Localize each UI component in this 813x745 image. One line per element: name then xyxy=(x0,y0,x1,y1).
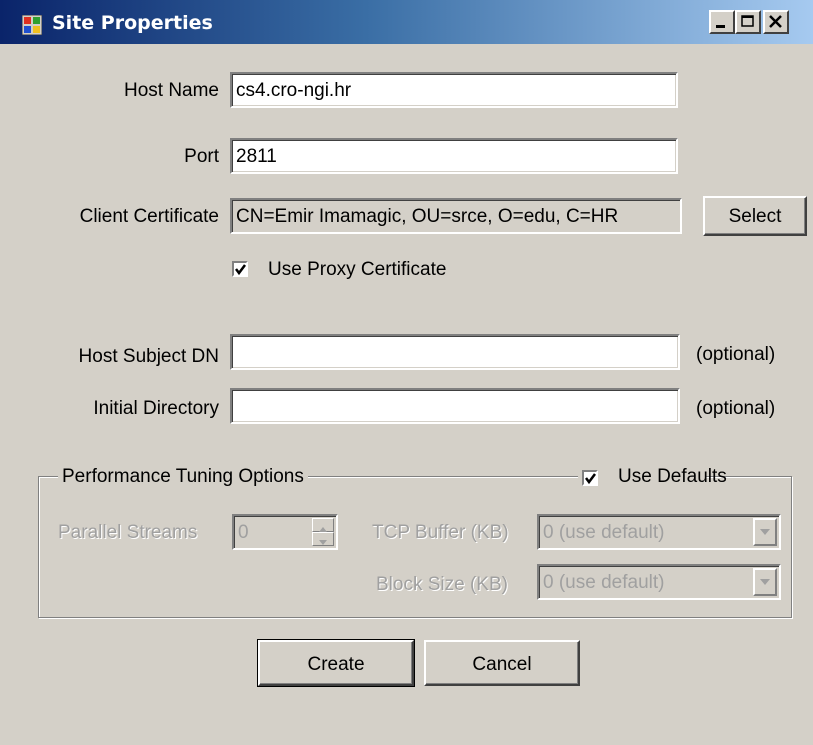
spin-up-icon[interactable] xyxy=(312,518,334,532)
minimize-button[interactable] xyxy=(709,10,735,34)
host-name-label: Host Name xyxy=(123,80,219,101)
block-size-value: 0 (use default) xyxy=(543,572,665,593)
chevron-down-icon[interactable] xyxy=(753,568,777,596)
use-proxy-label: Use Proxy Certificate xyxy=(268,259,447,280)
chevron-down-icon[interactable] xyxy=(753,518,777,546)
checkmark-icon xyxy=(585,473,596,485)
port-input[interactable]: 2811 xyxy=(230,138,678,174)
create-button[interactable]: Create xyxy=(257,639,415,687)
host-subject-dn-input[interactable] xyxy=(230,334,680,370)
use-proxy-checkbox[interactable] xyxy=(232,261,248,277)
initial-directory-label: Initial Directory xyxy=(93,398,219,419)
host-subject-optional-hint: (optional) xyxy=(696,344,776,365)
minimize-icon xyxy=(716,25,725,28)
client-certificate-field[interactable]: CN=Emir Imamagic, OU=srce, O=edu, C=HR xyxy=(230,198,682,234)
block-size-label: Block Size (KB) xyxy=(376,574,508,595)
initial-directory-input[interactable] xyxy=(230,388,680,424)
checkmark-icon xyxy=(235,264,246,276)
maximize-icon xyxy=(741,15,754,27)
port-label: Port xyxy=(184,146,219,167)
window-title: Site Properties xyxy=(52,12,213,34)
select-button[interactable]: Select xyxy=(703,196,807,236)
client-certificate-label: Client Certificate xyxy=(79,206,219,227)
use-defaults-label: Use Defaults xyxy=(618,466,727,487)
parallel-streams-value: 0 xyxy=(238,522,249,543)
use-defaults-checkbox[interactable] xyxy=(582,470,598,486)
spin-down-icon[interactable] xyxy=(312,532,334,546)
host-name-input[interactable]: cs4.cro-ngi.hr xyxy=(230,72,678,108)
parallel-streams-spinner[interactable]: 0 xyxy=(232,514,338,550)
cancel-button[interactable]: Cancel xyxy=(424,640,580,686)
performance-tuning-legend: Performance Tuning Options xyxy=(58,466,308,488)
tcp-buffer-value: 0 (use default) xyxy=(543,522,665,543)
parallel-streams-label: Parallel Streams xyxy=(58,522,198,543)
app-window-icon[interactable] xyxy=(21,14,43,36)
close-button[interactable] xyxy=(763,10,789,34)
tcp-buffer-label: TCP Buffer (KB) xyxy=(372,522,509,543)
initial-directory-optional-hint: (optional) xyxy=(696,398,776,419)
tcp-buffer-select[interactable]: 0 (use default) xyxy=(537,514,781,550)
host-subject-dn-label: Host Subject DN xyxy=(78,346,219,367)
maximize-button[interactable] xyxy=(735,10,761,34)
use-defaults-option[interactable]: Use Defaults xyxy=(578,466,727,492)
block-size-select[interactable]: 0 (use default) xyxy=(537,564,781,600)
title-bar[interactable]: Site Properties xyxy=(0,0,813,44)
close-icon xyxy=(769,15,782,28)
